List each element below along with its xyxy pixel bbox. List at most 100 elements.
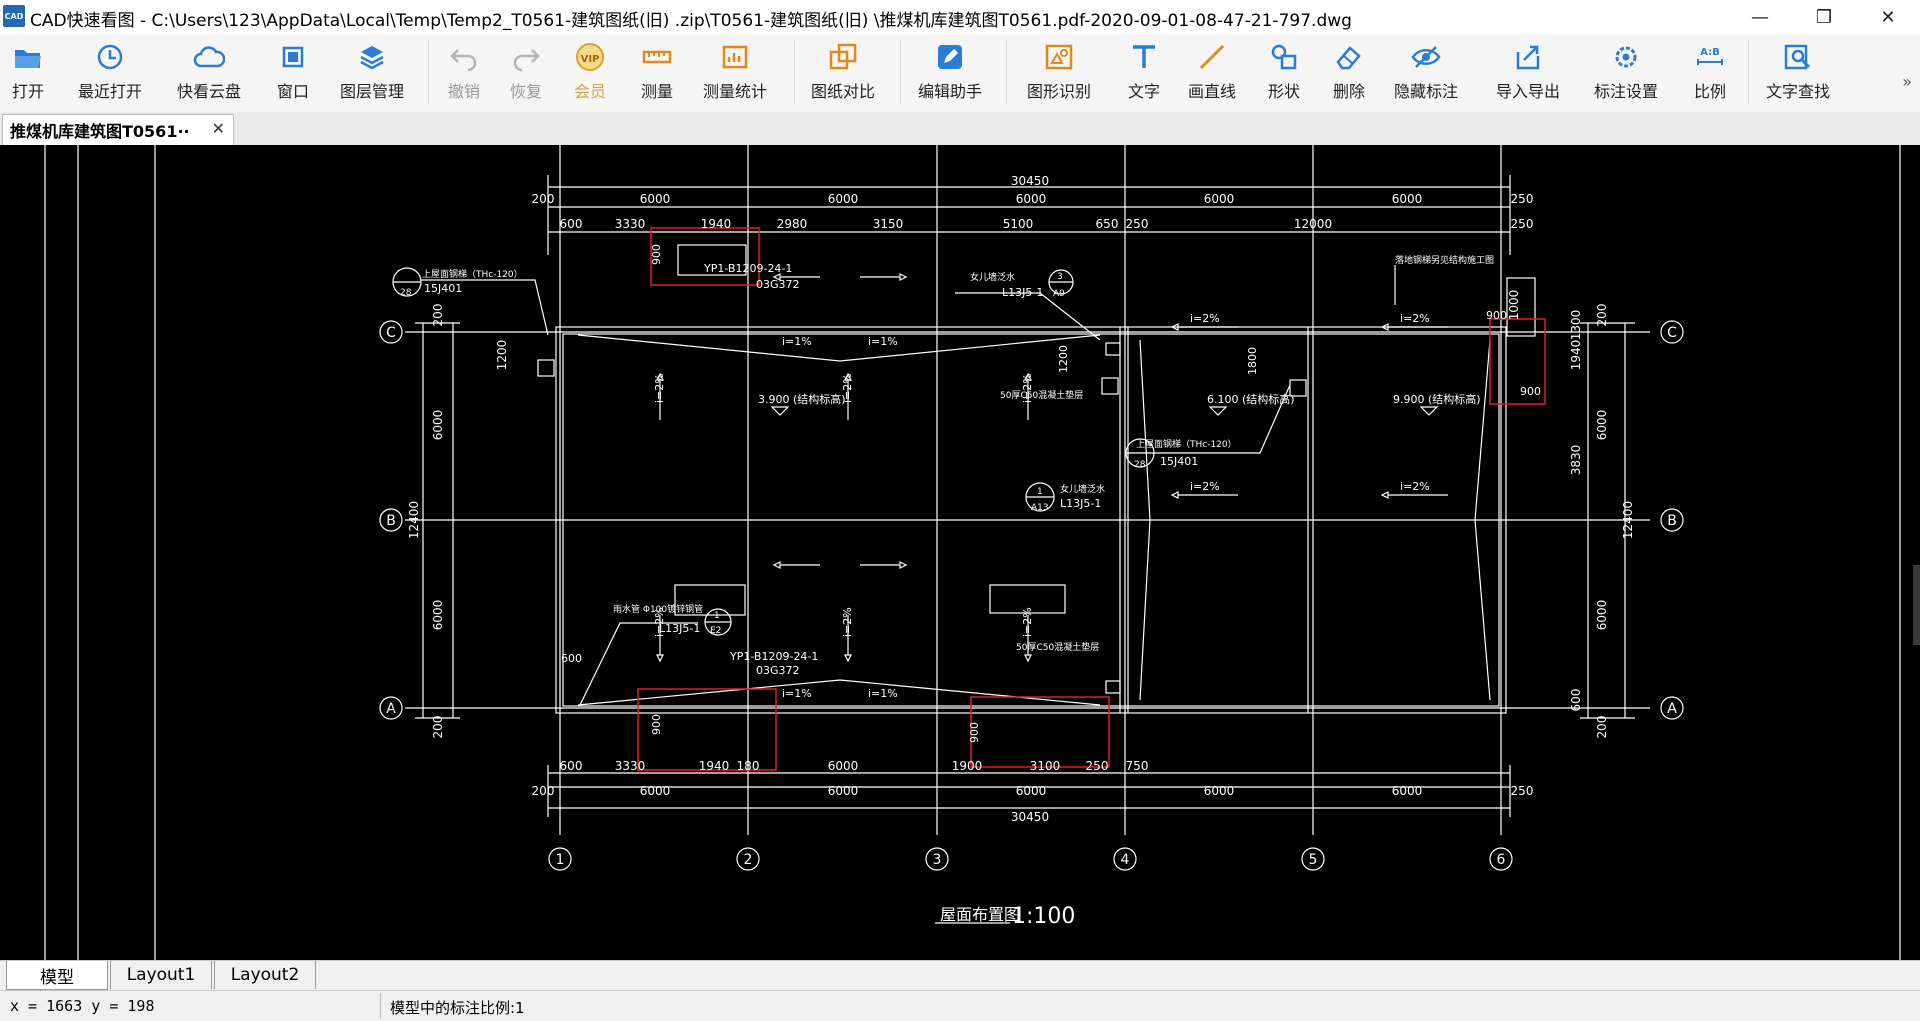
measure-label: 测量 <box>641 82 674 101</box>
svg-text:3330: 3330 <box>615 217 646 231</box>
svg-text:i=1%: i=1% <box>782 687 812 700</box>
cloud-button[interactable]: 快看云盘 <box>177 42 241 102</box>
svg-text:3100: 3100 <box>1030 759 1061 773</box>
svg-text:A9: A9 <box>1053 289 1065 299</box>
svg-text:650: 650 <box>1096 217 1119 231</box>
vip-button[interactable]: VIP 会员 <box>574 42 606 102</box>
import-export-button[interactable]: 导入导出 <box>1496 42 1560 102</box>
drawing-title: 屋面布置图 <box>940 905 1020 924</box>
open-button[interactable]: 打开 <box>12 42 44 102</box>
cad-drawing[interactable]: 30450 30450 200 6000 6000 6000 6000 6000… <box>0 145 1920 960</box>
svg-text:50厚C50混凝土垫层: 50厚C50混凝土垫层 <box>1016 641 1099 653</box>
svg-text:i=1%: i=1% <box>868 687 898 700</box>
tab-model[interactable]: 模型 <box>6 961 108 990</box>
svg-text:200: 200 <box>532 784 555 798</box>
svg-text:C: C <box>386 325 396 341</box>
maximize-button[interactable]: ❐ <box>1792 0 1856 34</box>
svg-text:2980: 2980 <box>777 217 808 231</box>
close-window-button[interactable]: ✕ <box>1856 0 1920 34</box>
svg-text:B: B <box>1667 513 1677 529</box>
svg-text:落地钢梯另见结构施工图: 落地钢梯另见结构施工图 <box>1395 254 1494 266</box>
annotation-settings-button[interactable]: 标注设置 <box>1594 42 1658 102</box>
recent-button[interactable]: 最近打开 <box>78 42 142 102</box>
svg-text:6000: 6000 <box>1016 784 1047 798</box>
compare-icon <box>829 43 857 70</box>
shape-recognition-label: 图形识别 <box>1027 82 1092 101</box>
line-button[interactable]: 画直线 <box>1188 42 1236 102</box>
tab-layout2[interactable]: Layout2 <box>214 961 316 989</box>
toolbar-divider <box>428 40 429 104</box>
svg-text:1200: 1200 <box>495 340 509 371</box>
svg-text:12000: 12000 <box>1294 217 1332 231</box>
export-icon <box>1516 45 1540 70</box>
svg-text:900: 900 <box>968 722 981 743</box>
toolbar-divider <box>794 40 795 104</box>
svg-text:9.900 (结构标高): 9.900 (结构标高) <box>1393 392 1481 406</box>
svg-text:1940: 1940 <box>699 759 730 773</box>
document-tab[interactable]: 推煤机库建筑图T0561·· ✕ <box>2 114 234 145</box>
text-button[interactable]: 文字 <box>1128 42 1160 102</box>
text-search-label: 文字查找 <box>1766 82 1831 101</box>
svg-text:1900: 1900 <box>952 759 983 773</box>
svg-text:5100: 5100 <box>1003 217 1034 231</box>
dim-total-top: 30450 <box>1011 174 1049 188</box>
line-icon <box>1199 44 1225 70</box>
svg-text:i=2%: i=2% <box>1190 480 1220 493</box>
drawing-canvas[interactable]: 30450 30450 200 6000 6000 6000 6000 6000… <box>0 145 1920 960</box>
recent-label: 最近打开 <box>78 82 143 101</box>
cloud-label: 快看云盘 <box>177 82 242 101</box>
svg-text:250: 250 <box>1086 759 1109 773</box>
svg-text:6000: 6000 <box>1595 410 1609 441</box>
shape-recognition-button[interactable]: 图形识别 <box>1027 42 1091 102</box>
svg-text:i=1%: i=1% <box>782 335 812 348</box>
tab-layout1[interactable]: Layout1 <box>110 961 212 989</box>
svg-text:C: C <box>1667 325 1677 341</box>
svg-text:YP1-B1209-24-1: YP1-B1209-24-1 <box>703 262 792 275</box>
shape-button[interactable]: 形状 <box>1268 42 1300 102</box>
line-label: 画直线 <box>1188 82 1237 101</box>
eye-slash-icon <box>1411 46 1441 68</box>
scrollbar-grip[interactable] <box>1913 565 1920 645</box>
svg-text:6000: 6000 <box>828 759 859 773</box>
svg-text:女儿墙泛水: 女儿墙泛水 <box>970 271 1015 283</box>
svg-text:A: A <box>1667 701 1677 717</box>
annotation-scale-status: 模型中的标注比例:1 <box>390 999 525 1017</box>
svg-text:600: 600 <box>561 652 582 665</box>
window-button[interactable]: 窗口 <box>277 42 309 102</box>
redo-button[interactable]: 恢复 <box>510 42 542 102</box>
settings-icon <box>1615 46 1637 68</box>
minimize-button[interactable]: — <box>1728 0 1792 34</box>
svg-text:250: 250 <box>1511 217 1534 231</box>
shape-recognition-icon <box>1045 44 1073 70</box>
vip-label: 会员 <box>574 82 607 101</box>
edit-assistant-button[interactable]: 编辑助手 <box>918 42 982 102</box>
hide-annotation-button[interactable]: 隐藏标注 <box>1394 42 1458 102</box>
delete-button[interactable]: 删除 <box>1333 42 1365 102</box>
svg-text:A: A <box>386 701 396 717</box>
compare-button[interactable]: 图纸对比 <box>811 42 875 102</box>
svg-text:250: 250 <box>1511 784 1534 798</box>
layers-button[interactable]: 图层管理 <box>340 42 404 102</box>
svg-text:1940: 1940 <box>701 217 732 231</box>
close-tab-icon[interactable]: ✕ <box>212 119 225 138</box>
toolbar-overflow-button[interactable]: » <box>1902 72 1912 91</box>
text-t-icon <box>1133 45 1155 68</box>
svg-text:6000: 6000 <box>828 192 859 206</box>
svg-text:900: 900 <box>650 244 663 265</box>
measure-stats-button[interactable]: 测量统计 <box>703 42 767 102</box>
redo-label: 恢复 <box>510 82 543 101</box>
measure-button[interactable]: 测量 <box>641 42 673 102</box>
annotation-settings-label: 标注设置 <box>1594 82 1659 101</box>
stats-chart-icon <box>722 45 748 69</box>
undo-button[interactable]: 撤销 <box>448 42 480 102</box>
text-search-button[interactable]: 文字查找 <box>1766 42 1830 102</box>
text-search-icon <box>1784 44 1811 70</box>
svg-text:i=2%: i=2% <box>841 607 854 637</box>
text-label: 文字 <box>1128 82 1161 101</box>
ratio-button[interactable]: A:B 比例 <box>1694 42 1726 102</box>
svg-text:28: 28 <box>1134 460 1146 470</box>
window-title: CAD快速看图 - C:\Users\123\AppData\Local\Tem… <box>30 11 1352 31</box>
svg-text:E2: E2 <box>710 626 721 636</box>
delete-label: 删除 <box>1333 82 1366 101</box>
svg-text:200: 200 <box>1595 716 1609 739</box>
